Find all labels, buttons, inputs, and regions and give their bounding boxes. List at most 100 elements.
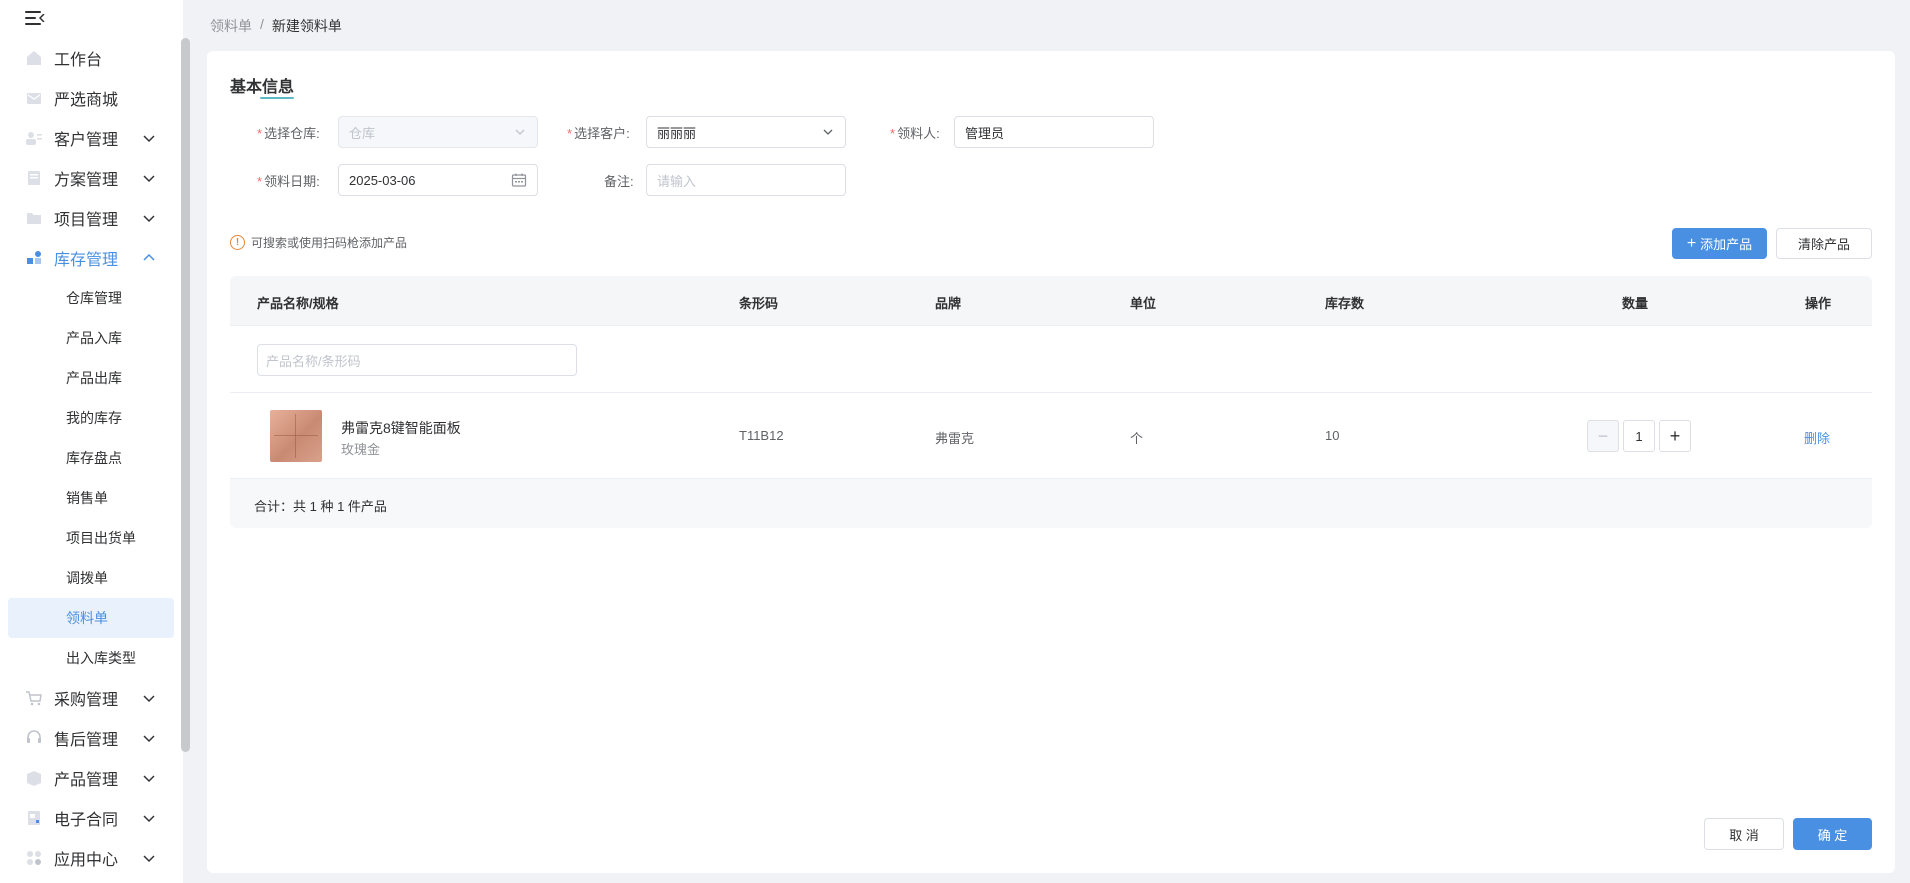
sidebar-sub-io-type[interactable]: 出入库类型 (8, 638, 174, 678)
sidebar-item-label: 电子合同 (54, 812, 119, 829)
sidebar-item-customer[interactable]: 客户管理 (8, 118, 174, 158)
chevron-up-icon (143, 253, 155, 261)
sidebar-item-label: 采购管理 (54, 692, 119, 709)
document-icon (24, 168, 44, 188)
add-product-button[interactable]: + 添加产品 (1672, 228, 1767, 259)
product-unit: 个 (1130, 431, 1144, 446)
mail-icon (24, 88, 44, 108)
col-unit: 单位 (1130, 296, 1157, 311)
apps-icon (24, 848, 44, 868)
product-table: 产品名称/规格 条形码 品牌 单位 库存数 数量 操作 产品名称/条形码 弗雷克… (230, 276, 1872, 528)
sidebar-sub-project-shipment[interactable]: 项目出货单 (8, 518, 174, 558)
chevron-down-icon (143, 135, 155, 143)
product-name: 弗雷克8键智能面板 (341, 420, 461, 436)
breadcrumb-parent[interactable]: 领料单 (210, 16, 252, 36)
product-brand: 弗雷克 (935, 431, 975, 446)
sidebar-item-label: 方案管理 (54, 172, 119, 189)
sidebar-menu: 工作台 严选商城 客户管理 方案管理 项目管理 库存管理 仓库管理 产品入库 产… (8, 38, 174, 878)
sidebar-item-label: 工作台 (54, 52, 103, 69)
date-picker[interactable]: 2025-03-06 (338, 164, 538, 196)
breadcrumb-current: 新建领料单 (271, 18, 342, 34)
sidebar-item-plan[interactable]: 方案管理 (8, 158, 174, 198)
delete-link[interactable]: 删除 (1804, 428, 1830, 447)
col-stock: 库存数 (1325, 296, 1365, 311)
product-barcode: T11B12 (739, 428, 784, 443)
sidebar-item-label: 售后管理 (54, 732, 119, 749)
breadcrumb: 领料单 / 新建领料单 (210, 16, 342, 36)
form-card: 基本信息 * 选择仓库: 仓库 * 选择客户: 丽丽丽 * 领料人: 管理员 * 领料日… (207, 51, 1895, 873)
sidebar-item-project[interactable]: 项目管理 (8, 198, 174, 238)
customer-label: * 选择客户: (567, 126, 630, 141)
decrease-button[interactable]: − (1587, 420, 1619, 452)
section-title: 基本信息 (230, 73, 295, 99)
menu-collapse-icon[interactable] (25, 10, 45, 26)
table-header: 产品名称/规格 条形码 品牌 单位 库存数 数量 操作 (230, 276, 1872, 326)
box-icon (24, 768, 44, 788)
sidebar-sub-product-out[interactable]: 产品出库 (8, 358, 174, 398)
remark-input[interactable]: 请输入 (646, 164, 846, 196)
picker-input[interactable]: 管理员 (954, 116, 1154, 148)
user-card-icon (24, 128, 44, 148)
chevron-down-icon (515, 129, 525, 135)
chevron-down-icon (143, 775, 155, 783)
sidebar-sub-my-stock[interactable]: 我的库存 (8, 398, 174, 438)
sidebar-sub-transfer[interactable]: 调拨单 (8, 558, 174, 598)
product-stock: 10 (1325, 428, 1340, 443)
plus-icon: + (1686, 234, 1697, 252)
sidebar-item-label: 客户管理 (54, 132, 119, 149)
sidebar-scrollbar[interactable] (181, 38, 190, 752)
chevron-down-icon (143, 735, 155, 743)
increase-button[interactable]: + (1659, 420, 1691, 452)
cancel-button[interactable]: 取 消 (1704, 818, 1784, 850)
sidebar-item-apps[interactable]: 应用中心 (8, 838, 174, 878)
picker-label: * 领料人: (890, 126, 940, 141)
chevron-down-icon (143, 695, 155, 703)
product-spec: 玫瑰金 (341, 442, 381, 457)
date-label: * 领料日期: (257, 174, 320, 189)
sidebar-item-workbench[interactable]: 工作台 (8, 38, 174, 78)
sidebar-item-label: 应用中心 (54, 852, 119, 869)
sidebar-item-contract[interactable]: 电子合同 (8, 798, 174, 838)
calendar-icon (511, 173, 527, 187)
warehouse-label: * 选择仓库: (257, 126, 320, 141)
chevron-down-icon (823, 129, 833, 135)
col-action: 操作 (1805, 296, 1832, 311)
sidebar-item-inventory[interactable]: 库存管理 (8, 238, 174, 278)
cart-icon (24, 688, 44, 708)
chevron-down-icon (143, 175, 155, 183)
confirm-button[interactable]: 确 定 (1793, 818, 1872, 850)
sidebar-item-label: 严选商城 (54, 92, 119, 109)
grid-icon (24, 248, 44, 268)
table-total: 合计：共 1 种 1 件产品 (254, 499, 387, 514)
sidebar-sub-warehouse[interactable]: 仓库管理 (8, 278, 174, 318)
headset-icon (24, 728, 44, 748)
sidebar-item-label: 库存管理 (54, 252, 119, 269)
sidebar-item-aftersales[interactable]: 售后管理 (8, 718, 174, 758)
customer-select[interactable]: 丽丽丽 (646, 116, 846, 148)
warning-icon: ! (230, 235, 245, 250)
sidebar-sub-product-in[interactable]: 产品入库 (8, 318, 174, 358)
sidebar-item-label: 产品管理 (54, 772, 119, 789)
clear-product-button[interactable]: 清除产品 (1776, 228, 1872, 259)
contract-icon (24, 808, 44, 828)
sidebar-sub-material-requisition[interactable]: 领料单 (8, 598, 174, 638)
col-name: 产品名称/规格 (257, 296, 339, 311)
remark-label: 备注: (604, 174, 634, 189)
warehouse-select[interactable]: 仓库 (338, 116, 538, 148)
breadcrumb-separator: / (260, 16, 264, 32)
chevron-down-icon (143, 855, 155, 863)
sidebar-sub-sales-order[interactable]: 销售单 (8, 478, 174, 518)
sidebar-item-purchase[interactable]: 采购管理 (8, 678, 174, 718)
sidebar-sub-stocktake[interactable]: 库存盘点 (8, 438, 174, 478)
chevron-down-icon (143, 215, 155, 223)
product-search-input[interactable]: 产品名称/条形码 (257, 344, 577, 376)
product-image (270, 410, 322, 462)
quantity-value[interactable]: 1 (1623, 420, 1655, 452)
col-qty: 数量 (1622, 296, 1649, 311)
chevron-down-icon (143, 815, 155, 823)
sidebar-item-mall[interactable]: 严选商城 (8, 78, 174, 118)
sidebar: 工作台 严选商城 客户管理 方案管理 项目管理 库存管理 仓库管理 产品入库 产… (0, 0, 190, 883)
sidebar-item-label: 项目管理 (54, 212, 119, 229)
scan-tip: ! 可搜索或使用扫码枪添加产品 (230, 234, 407, 251)
sidebar-item-product[interactable]: 产品管理 (8, 758, 174, 798)
